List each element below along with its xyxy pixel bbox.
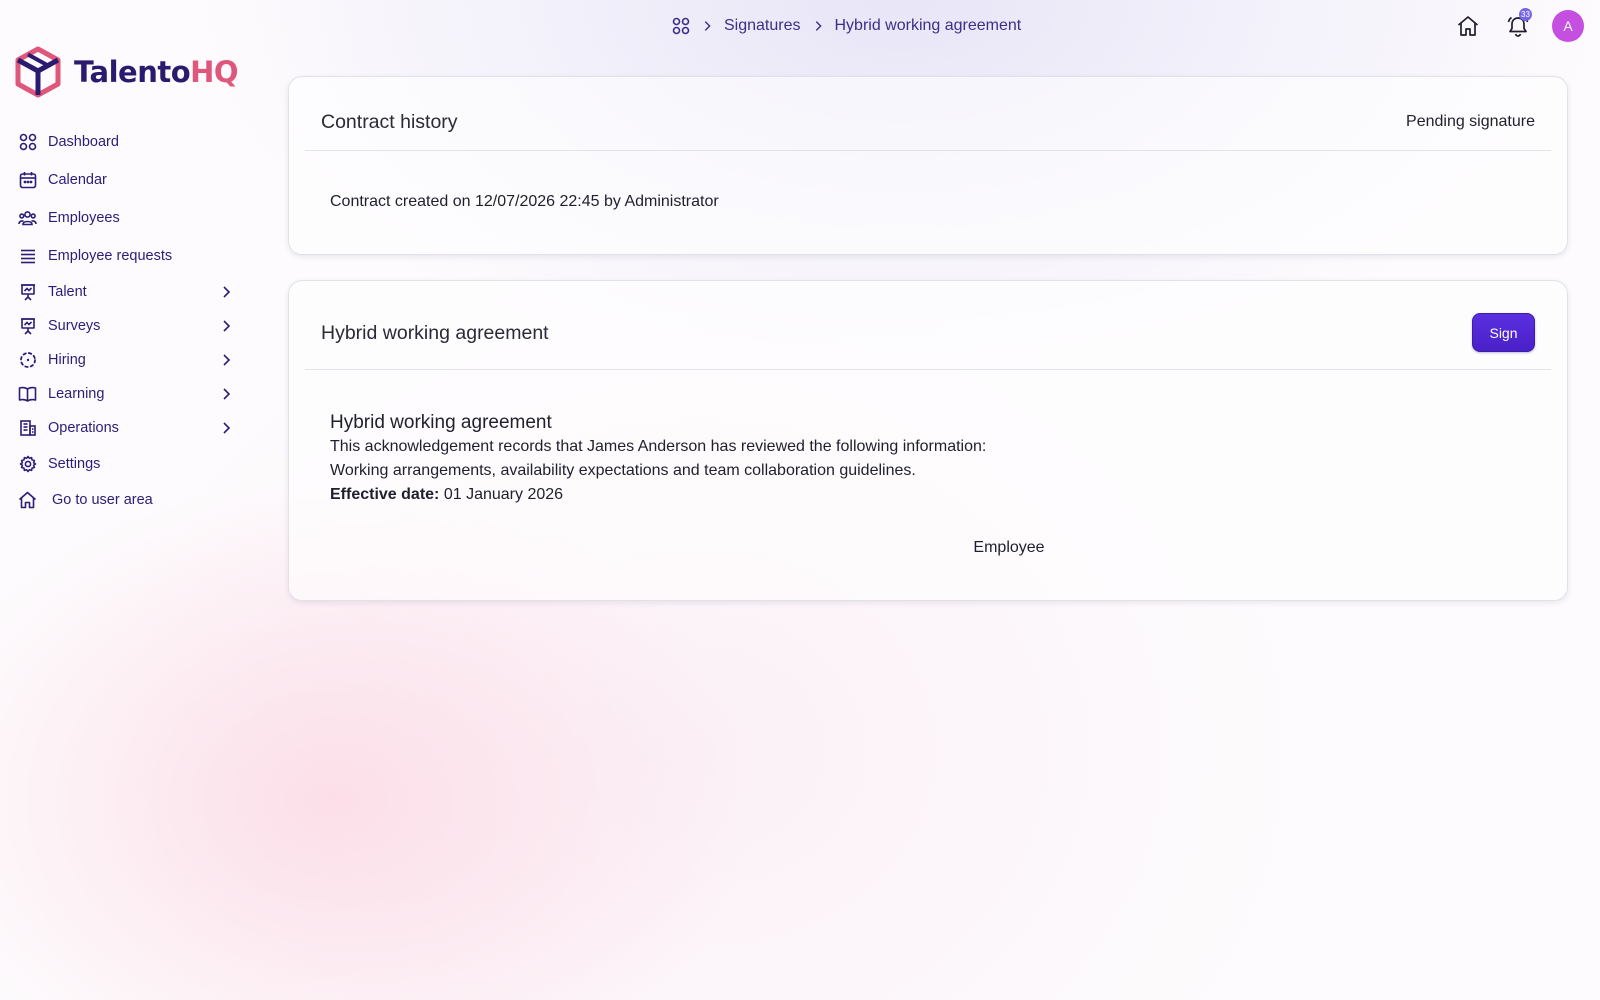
sidebar-item-calendar[interactable]: Calendar	[0, 163, 260, 197]
sidebar-item-go-to-user-area[interactable]: Go to user area	[0, 483, 260, 517]
document-line: Working arrangements, availability expec…	[330, 462, 916, 479]
chevron-right-icon	[223, 286, 231, 298]
grid-icon	[18, 133, 37, 152]
book-icon	[18, 385, 37, 404]
sidebar-item-employees[interactable]: Employees	[0, 201, 260, 235]
document-content: Hybrid working agreement This acknowledg…	[330, 411, 986, 507]
sidebar-item-label: Surveys	[48, 318, 101, 334]
card-header: Hybrid working agreement Sign	[305, 281, 1551, 370]
presentation-icon	[18, 317, 37, 336]
chevron-right-icon	[704, 21, 711, 31]
sidebar-item-label: Go to user area	[52, 492, 153, 508]
cube-logo-icon	[15, 46, 61, 98]
sidebar-item-settings[interactable]: Settings	[0, 447, 260, 481]
logo[interactable]: TalentoHQ	[14, 46, 239, 98]
sidebar-item-label: Employees	[48, 210, 120, 226]
sidebar-item-learning[interactable]: Learning	[0, 377, 260, 411]
chevron-right-icon	[815, 21, 822, 31]
sidebar-item-label: Employee requests	[48, 248, 173, 264]
card-title: Contract history	[321, 111, 458, 133]
effective-date-value: 01 January 2026	[443, 486, 564, 503]
sidebar-item-label: Settings	[48, 456, 101, 472]
breadcrumb-signatures[interactable]: Signatures	[724, 17, 801, 35]
sidebar-item-hiring[interactable]: Hiring	[0, 343, 260, 377]
effective-date-label: Effective date:	[330, 486, 440, 503]
calendar-icon	[18, 171, 37, 190]
avatar[interactable]: A	[1552, 10, 1584, 42]
topbar-actions: 33 A	[1452, 8, 1584, 42]
sidebar-item-employee-requests[interactable]: Employee requests	[0, 239, 260, 273]
sidebar-item-label: Hiring	[48, 352, 86, 368]
sidebar-item-label: Talent	[48, 284, 87, 300]
home-icon	[18, 491, 37, 510]
sidebar-nav: Dashboard Calendar Employees Employee re…	[0, 125, 260, 509]
dashed-circle-icon	[18, 351, 37, 370]
logo-text-part2: HQ	[190, 55, 239, 89]
sidebar-item-label: Calendar	[48, 172, 107, 188]
sidebar: TalentoHQ Dashboard Calendar Employees E…	[0, 0, 260, 1000]
card-header: Contract history Pending signature	[305, 77, 1551, 151]
home-button[interactable]	[1452, 10, 1484, 42]
document-card: Hybrid working agreement Sign Hybrid wor…	[288, 280, 1568, 601]
building-icon	[18, 419, 37, 438]
sidebar-item-operations[interactable]: Operations	[0, 411, 260, 445]
status-label: Pending signature	[1406, 113, 1535, 130]
sidebar-item-label: Operations	[48, 420, 119, 436]
chevron-right-icon	[223, 354, 231, 366]
document-title: Hybrid working agreement	[330, 412, 552, 433]
users-icon	[18, 209, 37, 228]
chevron-right-icon	[223, 320, 231, 332]
logo-text-part1: Talento	[74, 55, 191, 89]
contract-history-card: Contract history Pending signature Contr…	[288, 76, 1568, 255]
effective-date: Effective date: 01 January 2026	[330, 483, 986, 507]
card-title: Hybrid working agreement	[321, 322, 549, 344]
signer-label: Employee	[973, 539, 1045, 556]
sidebar-item-label: Dashboard	[48, 134, 119, 150]
sign-button[interactable]: Sign	[1472, 313, 1535, 352]
gear-icon	[18, 455, 37, 474]
sidebar-item-surveys[interactable]: Surveys	[0, 309, 260, 343]
logo-text: TalentoHQ	[74, 55, 239, 89]
history-entry: Contract created on 12/07/2026 22:45 by …	[330, 193, 719, 210]
sidebar-item-talent[interactable]: Talent	[0, 275, 260, 309]
chevron-right-icon	[223, 388, 231, 400]
breadcrumb: Signatures Hybrid working agreement	[672, 14, 1021, 38]
list-icon	[18, 247, 37, 266]
notifications-button[interactable]: 33	[1502, 8, 1534, 42]
sidebar-item-dashboard[interactable]: Dashboard	[0, 125, 260, 159]
grid-icon[interactable]	[672, 17, 690, 35]
breadcrumb-current: Hybrid working agreement	[834, 17, 1022, 34]
chevron-right-icon	[223, 422, 231, 434]
notifications-badge: 33	[1519, 8, 1532, 21]
home-icon	[1457, 16, 1479, 36]
presentation-icon	[18, 283, 37, 302]
sidebar-item-label: Learning	[48, 386, 105, 402]
document-line: This acknowledgement records that James …	[330, 438, 987, 455]
